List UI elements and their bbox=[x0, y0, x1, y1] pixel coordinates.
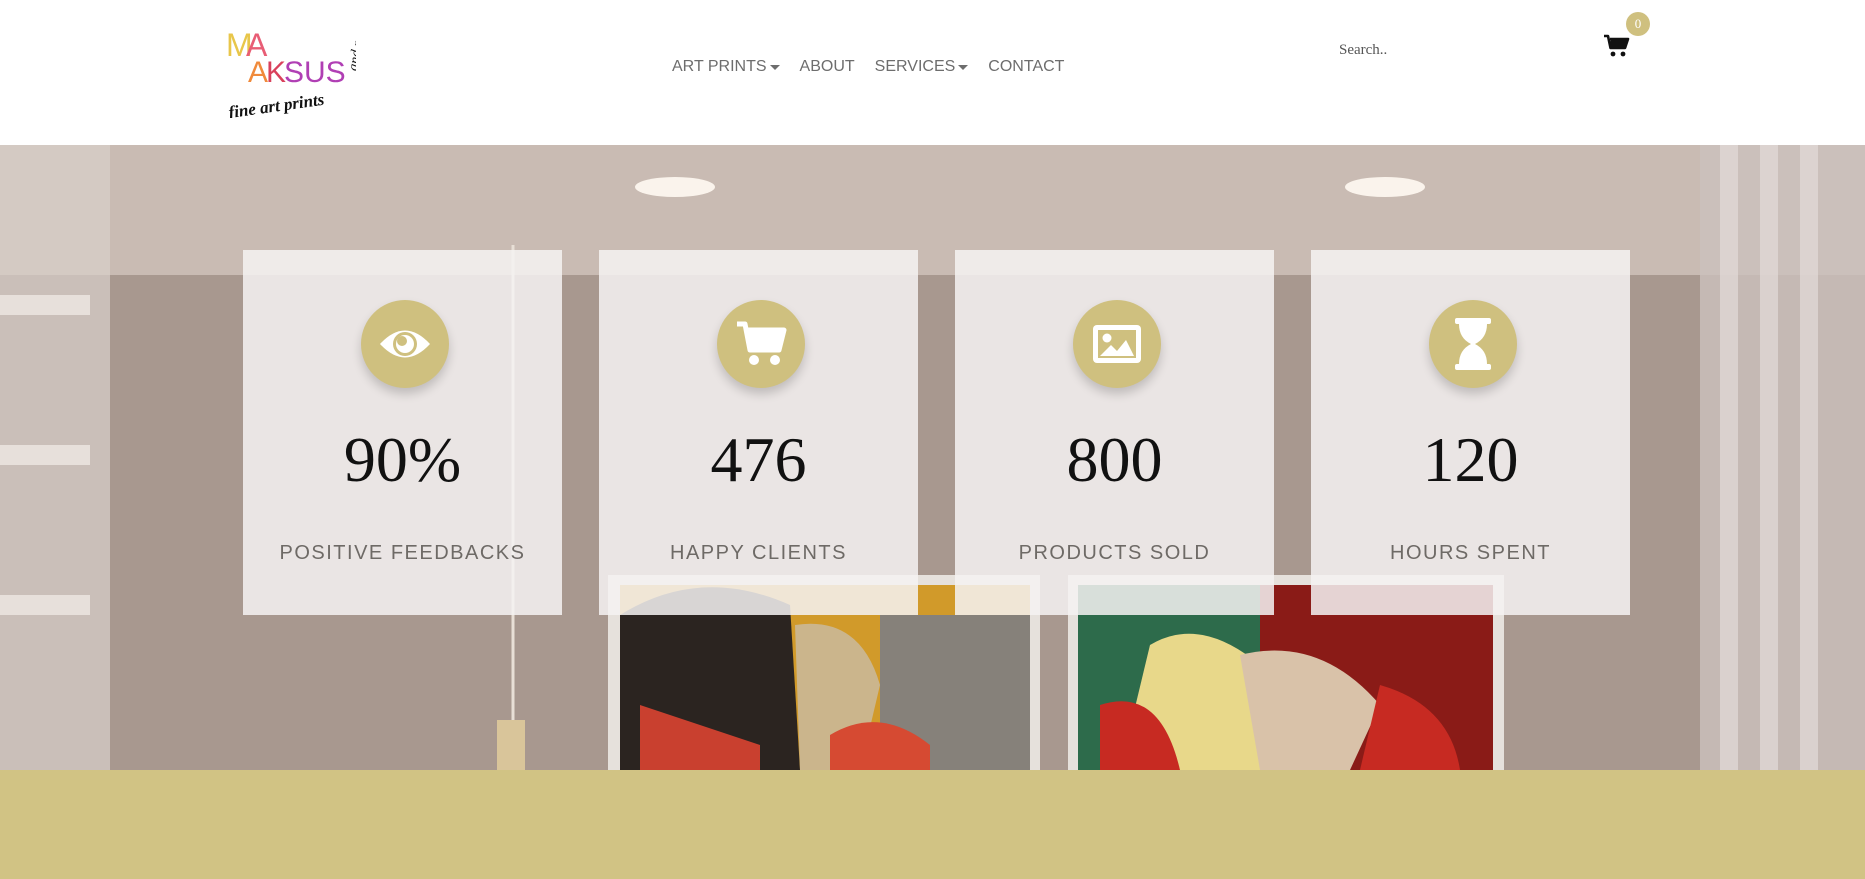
nav-art-prints[interactable]: ART PRINTS bbox=[662, 58, 790, 76]
cart-icon[interactable] bbox=[1604, 34, 1630, 58]
stat-value: 800 bbox=[1066, 424, 1163, 495]
svg-text:fine art prints: fine art prints bbox=[227, 90, 325, 118]
hourglass-icon bbox=[1429, 300, 1517, 388]
nav-services-label: SERVICES bbox=[874, 58, 956, 75]
nav-contact[interactable]: CONTACT bbox=[978, 58, 1074, 76]
caret-down-icon bbox=[958, 64, 969, 70]
stat-label: PRODUCTS SOLD bbox=[1018, 542, 1211, 564]
stat-label: HOURS SPENT bbox=[1390, 542, 1551, 564]
stat-value: 476 bbox=[710, 424, 807, 495]
image-icon bbox=[1073, 300, 1161, 388]
stat-value: 90% bbox=[343, 424, 462, 495]
nav-about-label: ABOUT bbox=[799, 58, 855, 75]
stat-card-feedbacks: 90% POSITIVE FEEDBACKS bbox=[243, 250, 562, 615]
site-header: M A A K SUS and more fine art prints ART… bbox=[0, 0, 1865, 145]
svg-text:A: A bbox=[248, 56, 268, 89]
footer-band bbox=[0, 770, 1865, 879]
main-nav: ART PRINTS ABOUT SERVICES CONTACT bbox=[662, 58, 1074, 76]
cart-count-badge: 0 bbox=[1626, 12, 1650, 36]
stat-label: HAPPY CLIENTS bbox=[670, 542, 847, 564]
nav-art-prints-label: ART PRINTS bbox=[672, 58, 767, 75]
svg-text:and more: and more bbox=[346, 24, 356, 72]
stat-card-hours: 120 HOURS SPENT bbox=[1311, 250, 1630, 615]
svg-text:K: K bbox=[266, 56, 286, 89]
cart-icon bbox=[717, 300, 805, 388]
caret-down-icon bbox=[769, 64, 780, 70]
logo[interactable]: M A A K SUS and more fine art prints bbox=[226, 24, 356, 118]
nav-about[interactable]: ABOUT bbox=[790, 58, 865, 76]
nav-contact-label: CONTACT bbox=[988, 58, 1065, 75]
stat-card-clients: 476 HAPPY CLIENTS bbox=[599, 250, 918, 615]
stat-value: 120 bbox=[1422, 424, 1519, 495]
stat-card-products: 800 PRODUCTS SOLD bbox=[955, 250, 1274, 615]
stats-hero: 90% POSITIVE FEEDBACKS 476 HAPPY CLIENTS… bbox=[0, 145, 1865, 770]
eye-icon bbox=[361, 300, 449, 388]
svg-text:SUS: SUS bbox=[284, 56, 346, 89]
stat-label: POSITIVE FEEDBACKS bbox=[279, 542, 526, 564]
search-input[interactable] bbox=[1330, 36, 1570, 64]
nav-services[interactable]: SERVICES bbox=[865, 58, 979, 76]
